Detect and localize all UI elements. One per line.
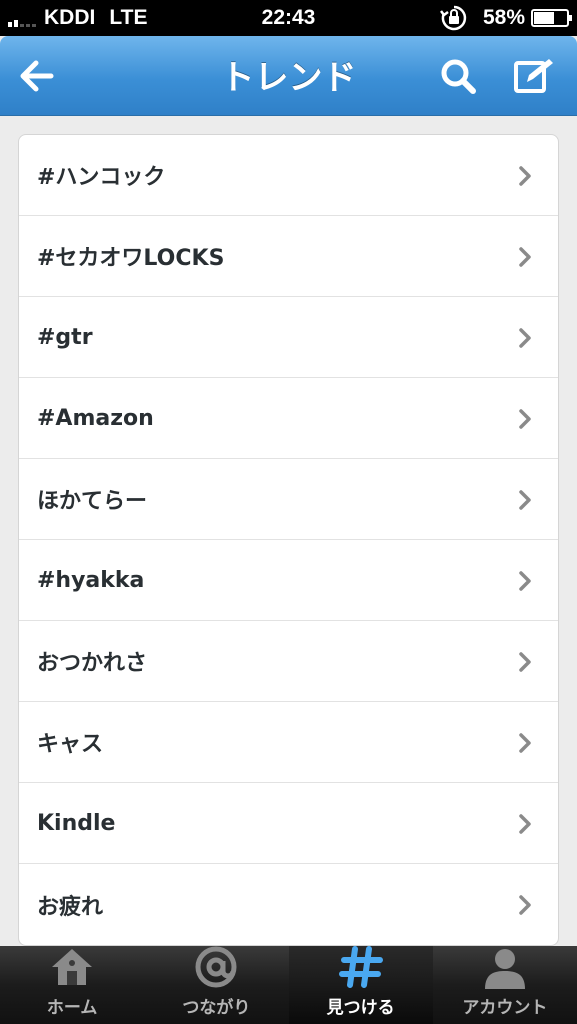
chevron-right-icon <box>519 571 531 591</box>
tab-label: つながり <box>182 998 251 1018</box>
compose-button[interactable] <box>512 54 556 98</box>
tab-label: アカウント <box>462 998 548 1018</box>
status-right: 58% <box>439 4 572 32</box>
trend-row[interactable]: Kindle <box>19 783 558 864</box>
home-icon <box>48 945 96 989</box>
trend-row[interactable]: おつかれさ <box>19 621 558 702</box>
search-button[interactable] <box>436 54 480 98</box>
tab-bar: ホーム つながり 見つける アカウント <box>0 946 577 1024</box>
trend-row[interactable]: #ハンコック <box>19 135 558 216</box>
battery-icon <box>531 9 572 27</box>
trend-list: #ハンコック #セカオワLOCKS #gtr #Amazon ほかてらー #hyakka お… <box>18 134 559 946</box>
trend-row[interactable]: キャス <box>19 702 558 783</box>
trend-label: Kindle <box>37 810 116 836</box>
chevron-right-icon <box>519 166 531 186</box>
trend-label: #hyakka <box>37 567 145 593</box>
tab-hashtag[interactable]: 見つける <box>288 945 433 1024</box>
trend-label: #ハンコック <box>37 165 166 190</box>
trend-row[interactable]: #gtr <box>19 297 558 378</box>
tab-at[interactable]: つながり <box>144 946 288 1024</box>
status-bar: KDDI LTE 22:43 58% <box>0 0 577 36</box>
battery-percent: 58% <box>482 6 525 29</box>
trend-row[interactable]: #hyakka <box>19 540 558 621</box>
tab-person[interactable]: アカウント <box>433 946 577 1024</box>
trend-label: お疲れ <box>37 894 104 920</box>
trend-row[interactable]: ほかてらー <box>19 459 558 540</box>
tab-label: ホーム <box>46 998 98 1018</box>
trend-row[interactable]: お疲れ <box>19 864 558 945</box>
chevron-right-icon <box>519 652 531 672</box>
trend-label: おつかれさ <box>37 651 148 676</box>
page-title: トレンド <box>220 58 357 98</box>
nav-bar: トレンド <box>0 36 577 116</box>
chevron-right-icon <box>519 247 531 267</box>
chevron-right-icon <box>519 814 531 834</box>
chevron-right-icon <box>519 409 531 429</box>
at-icon <box>192 945 240 989</box>
chevron-right-icon <box>519 328 531 348</box>
chevron-right-icon <box>519 895 531 915</box>
compose-icon <box>514 59 553 93</box>
trend-label: #Amazon <box>37 405 154 431</box>
search-icon <box>441 59 476 94</box>
trend-label: #gtr <box>37 324 93 350</box>
chevron-right-icon <box>519 490 531 510</box>
rotation-lock-icon <box>439 5 467 31</box>
tab-label: 見つける <box>326 998 395 1018</box>
tab-home[interactable]: ホーム <box>0 946 144 1024</box>
trend-label: ほかてらー <box>37 489 148 514</box>
trend-label: #セカオワLOCKS <box>37 246 225 271</box>
person-icon <box>481 945 529 989</box>
hashtag-icon <box>337 945 385 989</box>
trend-row[interactable]: #Amazon <box>19 378 558 459</box>
trend-row[interactable]: #セカオワLOCKS <box>19 216 558 297</box>
chevron-right-icon <box>519 733 531 753</box>
trend-label: キャス <box>37 732 104 757</box>
